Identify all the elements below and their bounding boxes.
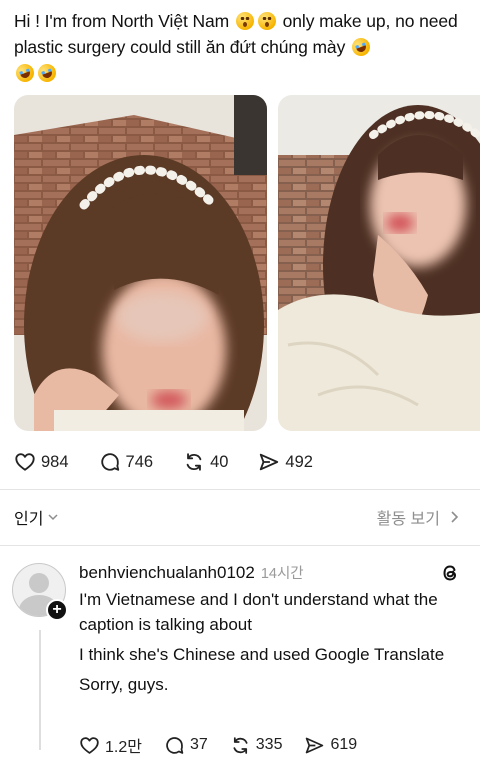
- sort-label: 인기: [14, 511, 44, 528]
- reply-share-count: 619: [330, 736, 358, 753]
- share-button[interactable]: 492: [258, 451, 313, 473]
- reply-line: Sorry, guys.: [79, 675, 169, 694]
- reply-header: benhvienchualanh0102 14시간: [79, 562, 304, 583]
- activity-label: 활동 보기: [376, 511, 440, 528]
- speech-bubble-icon: [166, 736, 184, 754]
- repost-count: 40: [210, 452, 229, 471]
- rolling-on-floor-laughing-icon: [349, 35, 373, 59]
- chevron-right-icon: [451, 511, 459, 523]
- rolling-on-floor-laughing-icon: [35, 61, 59, 85]
- post-caption: Hi ! I'm from North Việt Nam only make u…: [13, 8, 474, 86]
- share-count: 492: [285, 452, 313, 471]
- post-photo-2[interactable]: [278, 95, 480, 431]
- send-icon: [260, 453, 279, 471]
- like-button[interactable]: 984: [14, 451, 69, 473]
- like-count: 984: [41, 452, 69, 471]
- photo-carousel[interactable]: [14, 95, 480, 431]
- replies-sort-bar: 인기 활동 보기: [0, 505, 480, 529]
- reply-count: 746: [125, 452, 154, 471]
- photo-1-image: [14, 95, 267, 431]
- thread-line: [39, 630, 41, 750]
- chevron-down-icon: [48, 514, 58, 521]
- post-actions: 984 746 40 492: [14, 450, 343, 474]
- post-photo-1[interactable]: [14, 95, 267, 431]
- reply-actions: 1.2만 37 335 619: [79, 733, 379, 757]
- send-icon: [306, 737, 324, 753]
- reply-share-button[interactable]: 619: [304, 735, 357, 756]
- hushed-face-icon: [235, 12, 254, 30]
- reply-like-count: 1.2만: [105, 739, 142, 756]
- reply-line: I'm Vietnamese and I don't understand wh…: [79, 590, 438, 634]
- avatar-head: [29, 573, 49, 593]
- view-activity-link[interactable]: 활동 보기: [377, 505, 460, 529]
- reply-reply-button[interactable]: 37: [164, 735, 208, 756]
- follow-plus-icon[interactable]: +: [46, 599, 68, 621]
- heart-icon: [80, 736, 99, 754]
- sort-dropdown[interactable]: 인기: [14, 505, 59, 529]
- repost-icon: [186, 453, 202, 471]
- section-divider: [0, 545, 480, 546]
- repost-icon: [233, 736, 248, 754]
- speech-bubble-icon: [100, 453, 119, 471]
- section-divider: [0, 489, 480, 490]
- repost-button[interactable]: 40: [183, 451, 228, 473]
- reply-repost-button[interactable]: 335: [230, 735, 283, 756]
- hushed-face-icon: [257, 12, 276, 30]
- reply-like-button[interactable]: 1.2만: [79, 733, 142, 757]
- reply-line: I think she's Chinese and used Google Tr…: [79, 645, 445, 664]
- reply-reply-count: 37: [189, 736, 208, 753]
- rolling-on-floor-laughing-icon: [13, 61, 37, 85]
- reply-username[interactable]: benhvienchualanh0102: [79, 563, 255, 583]
- threads-logo-icon: [443, 565, 457, 581]
- caption-text-1: Hi ! I'm from North Việt Nam: [14, 11, 234, 31]
- reply-button[interactable]: 746: [99, 451, 154, 473]
- reply-body: I'm Vietnamese and I don't understand wh…: [79, 587, 469, 702]
- reply-timestamp: 14시간: [260, 566, 304, 582]
- reply-repost-count: 335: [255, 736, 283, 753]
- photo-2-image: [278, 95, 480, 431]
- heart-icon: [15, 453, 35, 471]
